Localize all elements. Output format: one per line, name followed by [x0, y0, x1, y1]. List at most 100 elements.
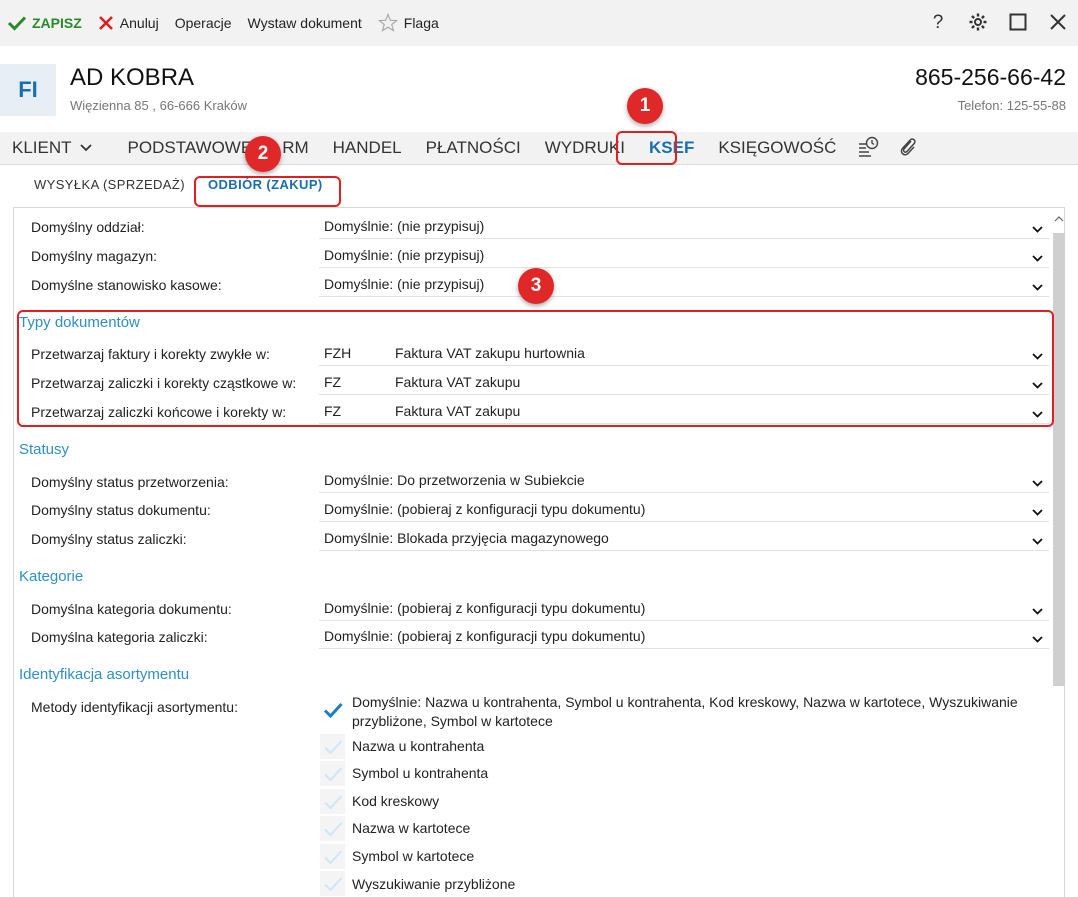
close-window-icon: [1049, 13, 1067, 34]
checkbox-domyslnie-label-line1: Domyślnie: Nazwa u kontrahenta, Symbol u…: [352, 694, 1018, 710]
maximize-button[interactable]: [998, 0, 1038, 46]
annotation-box-typy: [17, 310, 1054, 427]
issue-document-label: Wystaw dokument: [247, 15, 362, 31]
operations-menu[interactable]: Operacje: [167, 0, 240, 46]
checkbox-option-label: Kod kreskowy: [352, 793, 440, 809]
tab-wysylka[interactable]: WYSYŁKA (SPRZEDAŻ): [34, 177, 185, 192]
oddzial-select[interactable]: Domyślnie: (nie przypisuj): [319, 214, 1049, 239]
checkbox-option-label: Symbol u kontrahenta: [352, 765, 489, 781]
kategoria-zaliczki-label: Domyślna kategoria zaliczki:: [31, 629, 208, 645]
check-icon: [323, 794, 342, 809]
settings-button[interactable]: [958, 0, 998, 46]
check-icon: [323, 821, 342, 836]
help-button[interactable]: ?: [918, 0, 958, 46]
chevron-down-icon: [1032, 278, 1043, 294]
check-icon: [323, 876, 342, 891]
help-icon: ?: [932, 12, 944, 33]
gear-icon: [968, 12, 988, 35]
paperclip-icon: [898, 136, 918, 161]
annotation-box-ksef: [616, 131, 677, 165]
avatar: FI: [0, 64, 56, 116]
chevron-down-icon: [1032, 532, 1043, 548]
status-przetworzenia-select[interactable]: Domyślnie: Do przetworzenia w Subiekcie: [319, 468, 1049, 493]
oddzial-label: Domyślny oddział:: [31, 219, 145, 235]
tab-handel[interactable]: HANDEL: [321, 132, 414, 165]
status-zaliczki-select[interactable]: Domyślnie: Blokada przyjęcia magazynoweg…: [319, 526, 1049, 551]
tab-klient[interactable]: KLIENT: [0, 132, 104, 165]
save-button[interactable]: ZAPISZ: [0, 0, 90, 46]
status-przetworzenia-label: Domyślny status przetworzenia:: [31, 474, 229, 490]
tab-podstawowe[interactable]: PODSTAWOWE: [116, 132, 265, 165]
attachments-tab[interactable]: [888, 132, 928, 165]
magazyn-value: Domyślnie: (nie przypisuj): [324, 247, 485, 263]
kategoria-dokumentu-label: Domyślna kategoria dokumentu:: [31, 601, 232, 617]
kategoria-dokumentu-value: Domyślnie: (pobieraj z konfiguracji typu…: [324, 600, 646, 616]
checkbox-option-label: Wyszukiwanie przybliżone: [352, 876, 516, 892]
magazyn-label: Domyślny magazyn:: [31, 248, 158, 264]
status-dokumentu-select[interactable]: Domyślnie: (pobieraj z konfiguracji typu…: [319, 497, 1049, 522]
status-dokumentu-label: Domyślny status dokumentu:: [31, 502, 211, 518]
tab-klient-label: KLIENT: [12, 138, 72, 157]
status-przetworzenia-value: Domyślnie: Do przetworzenia w Subiekcie: [324, 472, 585, 488]
save-label: ZAPISZ: [32, 15, 82, 31]
flag-button[interactable]: Flaga: [370, 0, 447, 46]
flag-label: Flaga: [403, 15, 439, 31]
kategoria-zaliczki-select[interactable]: Domyślnie: (pobieraj z konfiguracji typu…: [319, 624, 1049, 649]
kategoria-zaliczki-value: Domyślnie: (pobieraj z konfiguracji typu…: [324, 628, 646, 644]
checkbox-option-label: Nazwa u kontrahenta: [352, 738, 485, 754]
chevron-down-icon: [79, 144, 92, 152]
history-icon: [857, 136, 879, 161]
chevron-down-icon: [1032, 602, 1043, 618]
sub-tabs: WYSYŁKA (SPRZEDAŻ) ODBIÓR (ZAKUP): [0, 165, 1078, 207]
tab-ksiegowosc[interactable]: KSIĘGOWOŚĆ: [706, 132, 848, 165]
chevron-down-icon: [1032, 474, 1043, 490]
checkbox-nazwa-u-kontrahenta[interactable]: [320, 734, 345, 759]
chevron-down-icon: [1032, 249, 1043, 265]
customer-header: FI AD KOBRA Więzienna 85 , 66-666 Kraków…: [0, 46, 1078, 132]
annotation-box-odbior: [194, 176, 341, 207]
section-identyfikacja-title: Identyfikacja asortymentu: [19, 666, 190, 683]
section-statusy-title: Statusy: [19, 441, 70, 458]
chevron-down-icon: [1032, 220, 1043, 236]
window-controls: ?: [918, 0, 1078, 46]
operations-label: Operacje: [174, 15, 232, 31]
cancel-button[interactable]: Anuluj: [90, 0, 167, 46]
scrollbar-thumb[interactable]: [1053, 233, 1065, 686]
checkbox-kod-kreskowy[interactable]: [320, 789, 345, 814]
checkbox-option-label: Nazwa w kartotece: [352, 820, 471, 836]
phone-main: 865-256-66-42: [915, 64, 1066, 90]
issue-document-menu[interactable]: Wystaw dokument: [240, 0, 370, 46]
status-zaliczki-label: Domyślny status zaliczki:: [31, 531, 187, 547]
kategoria-dokumentu-select[interactable]: Domyślnie: (pobieraj z konfiguracji typu…: [319, 596, 1049, 621]
annotation-badge-1: 1: [627, 88, 663, 124]
check-icon: [323, 702, 343, 718]
company-address: Więzienna 85 , 66-666 Kraków: [70, 98, 248, 113]
scroll-up-arrow[interactable]: [1052, 212, 1066, 226]
checkmark-icon: [8, 15, 26, 31]
section-kategorie-title: Kategorie: [19, 568, 84, 585]
oddzial-value: Domyślnie: (nie przypisuj): [324, 218, 485, 234]
checkbox-symbol-u-kontrahenta[interactable]: [320, 761, 345, 786]
history-tab[interactable]: [848, 132, 888, 165]
toolbar: ZAPISZ Anuluj Operacje Wystaw dokument F…: [0, 0, 1078, 46]
status-dokumentu-value: Domyślnie: (pobieraj z konfiguracji typu…: [324, 501, 646, 517]
close-window-button[interactable]: [1038, 0, 1078, 46]
stanowisko-value: Domyślnie: (nie przypisuj): [324, 276, 485, 292]
magazyn-select[interactable]: Domyślnie: (nie przypisuj): [319, 243, 1049, 268]
checkbox-symbol-w-kartotece[interactable]: [320, 844, 345, 869]
tab-platnosci[interactable]: PŁATNOŚCI: [414, 132, 533, 165]
stanowisko-select[interactable]: Domyślnie: (nie przypisuj): [319, 272, 1049, 297]
close-icon: [98, 15, 114, 31]
star-icon: [377, 13, 398, 33]
checkbox-wyszukiwanie-przyblizone[interactable]: [320, 871, 345, 896]
check-icon: [323, 766, 342, 781]
maximize-icon: [1009, 13, 1027, 34]
annotation-badge-3: 3: [518, 268, 554, 304]
stanowisko-label: Domyślne stanowisko kasowe:: [31, 277, 222, 293]
check-icon: [323, 849, 342, 864]
checkbox-domyslnie[interactable]: [320, 697, 345, 722]
checkbox-nazwa-w-kartotece[interactable]: [320, 816, 345, 841]
main-tabs: KLIENT PODSTAWOWE RM HANDEL PŁATNOŚCI WY…: [0, 132, 1078, 165]
chevron-down-icon: [1032, 630, 1043, 646]
checkbox-option-label: Symbol w kartotece: [352, 848, 475, 864]
